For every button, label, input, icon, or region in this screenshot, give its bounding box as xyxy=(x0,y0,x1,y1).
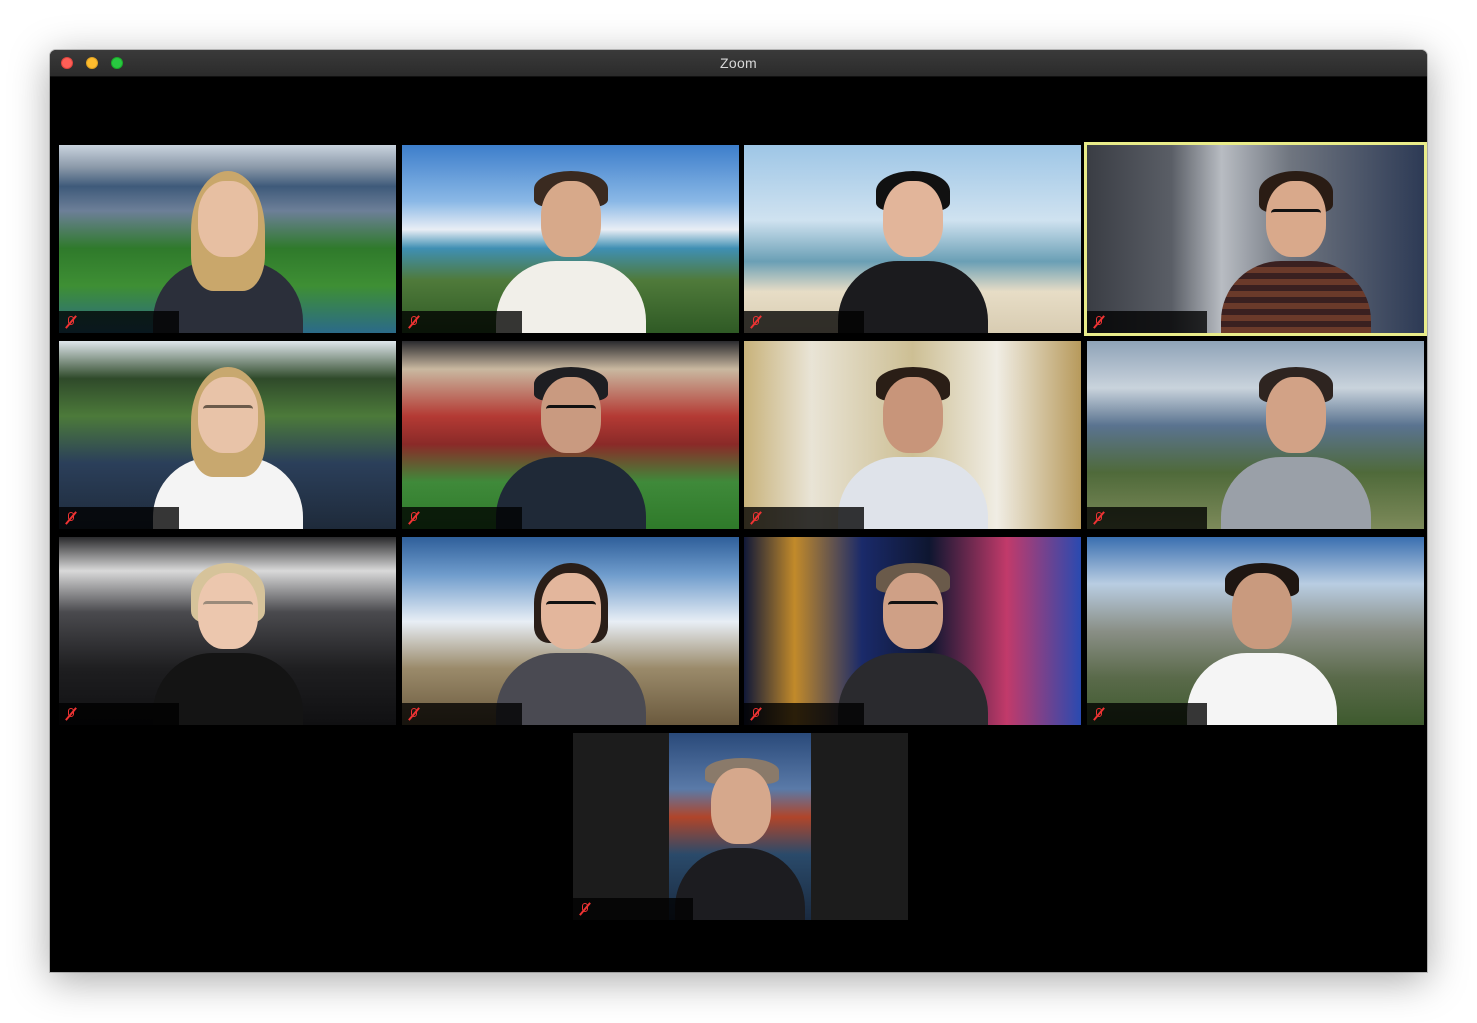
muted-microphone-icon xyxy=(407,315,421,329)
muted-microphone-icon xyxy=(749,315,763,329)
participant-tile-tropical-beach[interactable] xyxy=(744,145,1081,333)
participant-name-bar xyxy=(59,703,179,725)
participant-name-bar xyxy=(1087,703,1207,725)
participant-video xyxy=(495,555,646,725)
window-title: Zoom xyxy=(720,55,757,71)
participant-video xyxy=(837,163,988,333)
participant-video xyxy=(152,359,303,529)
participant-tile-island-coast[interactable] xyxy=(402,145,739,333)
participant-name-bar xyxy=(744,703,864,725)
participant-video xyxy=(495,359,646,529)
participant-tile-boxing-gym[interactable] xyxy=(59,537,396,725)
participant-tile-golf-course[interactable] xyxy=(59,341,396,529)
participant-video xyxy=(1220,359,1371,529)
participant-video xyxy=(669,733,811,920)
participant-tile-sitcom-apartment[interactable] xyxy=(1084,142,1427,336)
participant-tile-football-stadium[interactable] xyxy=(402,341,739,529)
muted-microphone-icon xyxy=(749,511,763,525)
participant-name-bar xyxy=(1087,507,1207,529)
participant-tile-golden-gate-bridge[interactable] xyxy=(573,733,908,920)
muted-microphone-icon xyxy=(1092,707,1106,721)
participant-name-bar xyxy=(59,311,179,333)
participant-name-bar xyxy=(573,898,693,920)
muted-microphone-icon xyxy=(64,707,78,721)
participant-tile-las-vegas-strip[interactable] xyxy=(744,537,1081,725)
participant-video xyxy=(1220,163,1371,333)
muted-microphone-icon xyxy=(578,902,592,916)
muted-microphone-icon xyxy=(407,707,421,721)
participant-name-bar xyxy=(1087,311,1207,333)
participant-name-bar xyxy=(59,507,179,529)
muted-microphone-icon xyxy=(407,511,421,525)
participant-name-bar xyxy=(402,311,522,333)
muted-microphone-icon xyxy=(64,315,78,329)
participant-name-bar xyxy=(744,507,864,529)
title-bar[interactable]: Zoom xyxy=(50,50,1427,77)
participant-video xyxy=(837,555,988,725)
participant-name-bar xyxy=(402,507,522,529)
participant-video xyxy=(152,163,303,333)
participant-name-bar xyxy=(744,311,864,333)
muted-microphone-icon xyxy=(749,707,763,721)
muted-microphone-icon xyxy=(64,511,78,525)
zoom-window: Zoom xyxy=(50,50,1427,972)
participant-video xyxy=(1187,555,1338,725)
participant-video xyxy=(495,163,646,333)
muted-microphone-icon xyxy=(1092,511,1106,525)
muted-microphone-icon xyxy=(1092,315,1106,329)
participant-tile-snowy-mountains[interactable] xyxy=(402,537,739,725)
participant-video xyxy=(837,359,988,529)
participant-video xyxy=(152,555,303,725)
participant-tile-mountain-city-view[interactable] xyxy=(1087,537,1424,725)
participant-tile-coastal-cliffs[interactable] xyxy=(1087,341,1424,529)
participant-tile-oval-office[interactable] xyxy=(744,341,1081,529)
participant-name-bar xyxy=(402,703,522,725)
participant-tile-stadium[interactable] xyxy=(59,145,396,333)
